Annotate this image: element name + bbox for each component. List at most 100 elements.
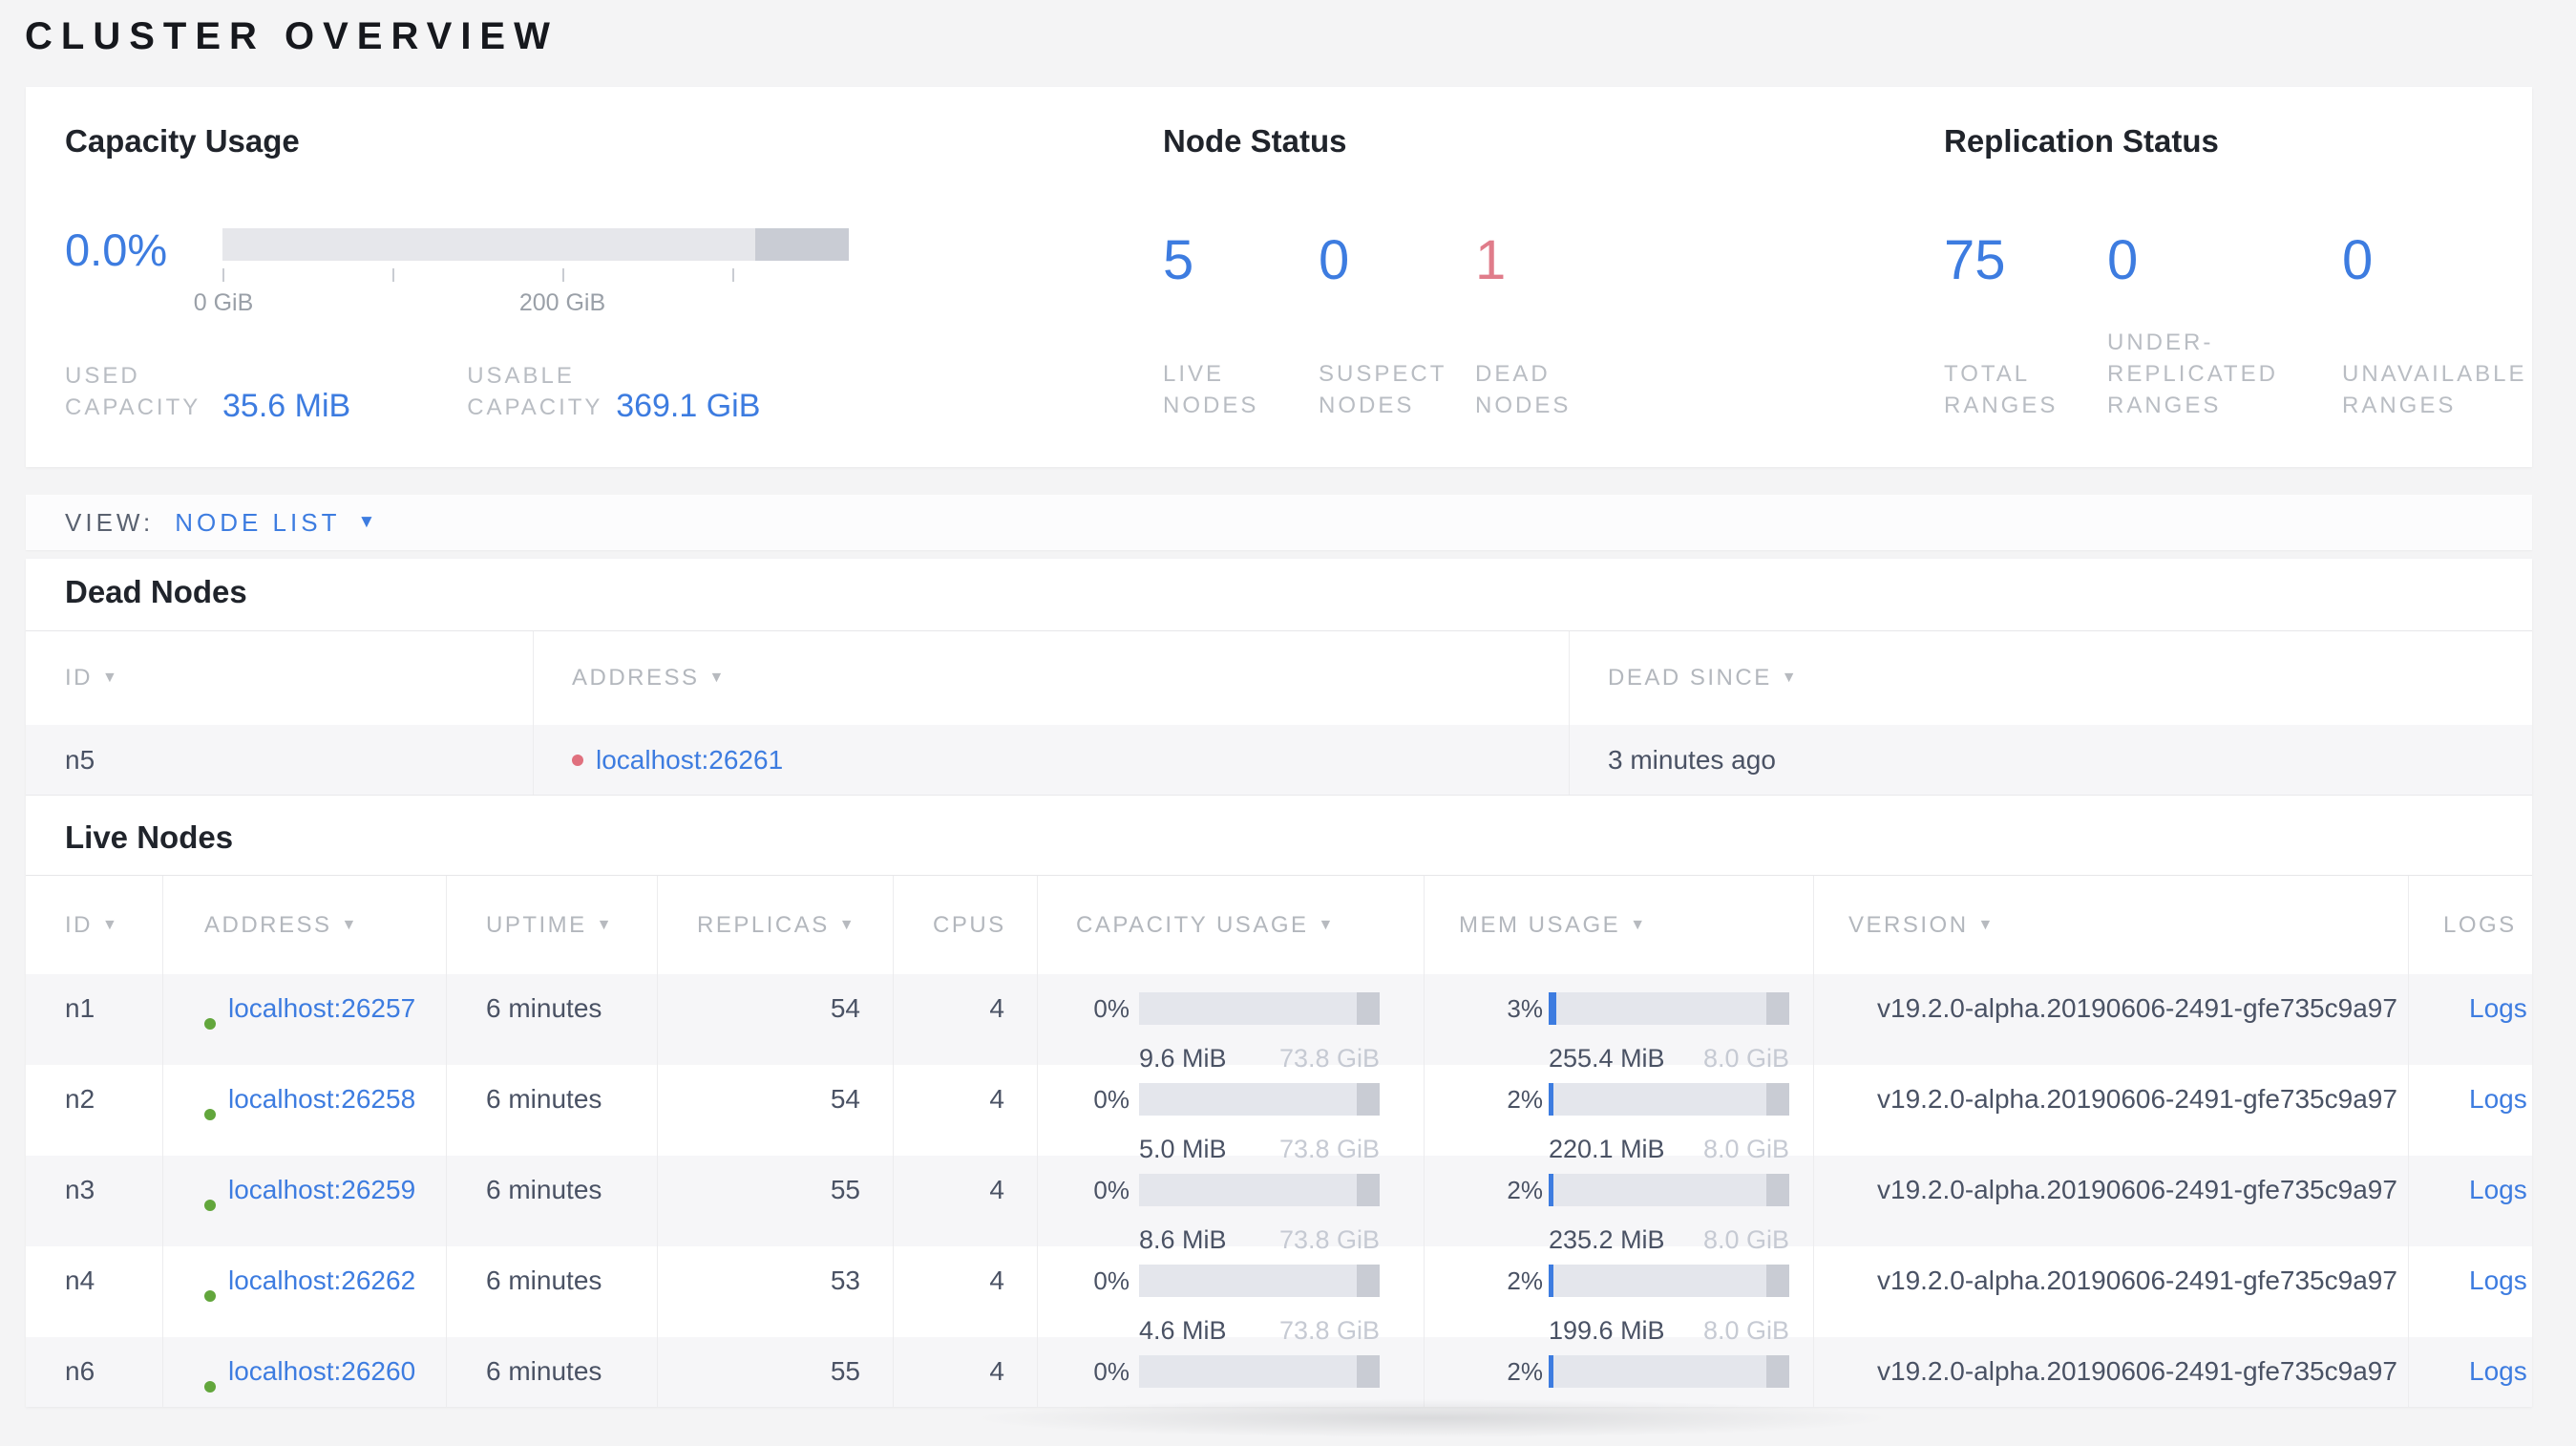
under-replicated-label: UNDER- REPLICATED RANGES [2107, 327, 2342, 421]
live-node-id: n3 [65, 1175, 95, 1204]
live-node-mem-usage: 3% 255.4 MiB 8.0 GiB [1424, 974, 1813, 1073]
live-node-version: v19.2.0-alpha.20190606-2491-gfe735c9a97 [1813, 1246, 2408, 1337]
logs-link[interactable]: Logs [2469, 1084, 2527, 1114]
stat-label-line: NODES [1163, 393, 1259, 418]
dead-nodes-label: DEAD NODES [1475, 358, 1647, 421]
live-node-id: n1 [65, 993, 95, 1023]
capacity-usage-chart: 0.0% 0 GiB 200 GiB [65, 224, 849, 318]
sort-arrow-icon: ▼ [596, 916, 615, 933]
live-node-address-link[interactable]: localhost:26260 [228, 1352, 415, 1391]
logs-link[interactable]: Logs [2469, 993, 2527, 1023]
mem-usage-bar-fill [1549, 992, 1556, 1025]
live-nodes-label: LIVE NODES [1163, 358, 1319, 421]
capacity-usage-bar-row: 0% [1076, 1171, 1424, 1209]
view-mode-selected: NODE LIST [175, 507, 341, 537]
live-node-uptime: 6 minutes [446, 1065, 657, 1156]
dead-node-address-link[interactable]: localhost:26261 [596, 745, 783, 776]
logs-link[interactable]: Logs [2469, 1175, 2527, 1204]
usable-capacity-value: 369.1 GiB [616, 388, 761, 424]
live-node-row: n3 localhost:26259 6 minutes 55 4 0% 8.6… [26, 1156, 2532, 1254]
sort-arrow-icon: ▼ [102, 670, 120, 686]
live-node-capacity-usage: 0% 9.6 MiB 73.8 GiB [1037, 974, 1424, 1073]
capacity-usage-bar [1139, 992, 1380, 1025]
live-col-header-logs: LOGS [2408, 876, 2532, 974]
capacity-usage-bar-row: 0% [1076, 1352, 1424, 1391]
node-status-values: 5 0 1 [1163, 228, 1647, 292]
live-col-header-mem-usage[interactable]: MEM USAGE ▼ [1424, 876, 1813, 974]
column-label: REPLICAS [697, 911, 830, 938]
live-status-dot-icon [204, 1200, 216, 1211]
live-node-capacity-usage: 0% 5.0 MiB 73.8 GiB [1037, 1065, 1424, 1163]
live-col-header-id[interactable]: ID ▼ [26, 876, 162, 974]
live-nodes-header: ID ▼ ADDRESS ▼ UPTIME ▼ REPLICAS ▼ CPUS … [26, 876, 2532, 974]
column-label: ADDRESS [204, 911, 332, 938]
dead-col-header-dead-since[interactable]: DEAD SINCE ▼ [1569, 631, 2532, 725]
mem-usage-bar-reserved [1766, 1174, 1789, 1206]
live-col-header-capacity-usage[interactable]: CAPACITY USAGE ▼ [1037, 876, 1424, 974]
live-col-header-uptime[interactable]: UPTIME ▼ [446, 876, 657, 974]
live-col-header-replicas[interactable]: REPLICAS ▼ [657, 876, 893, 974]
capacity-percent: 0.0% [65, 224, 168, 275]
dead-nodes-rows: n5 localhost:26261 3 minutes ago [26, 725, 2532, 796]
logs-link[interactable]: Logs [2469, 1356, 2527, 1386]
dead-col-header-id[interactable]: ID ▼ [26, 631, 533, 725]
live-node-uptime: 6 minutes [446, 1246, 657, 1337]
view-mode-dropdown[interactable]: NODE LIST ▼ [175, 508, 375, 538]
live-nodes-rows: n1 localhost:26257 6 minutes 54 4 0% 9.6… [26, 974, 2532, 1407]
live-node-id: n6 [65, 1356, 95, 1386]
live-col-header-address[interactable]: ADDRESS ▼ [162, 876, 446, 974]
capacity-usage-percent: 0% [1093, 1085, 1130, 1114]
live-node-uptime: 6 minutes [446, 1337, 657, 1407]
cluster-overview-page: CLUSTER OVERVIEW Capacity Usage 0.0% 0 G… [0, 0, 2576, 1446]
live-node-replicas: 55 [657, 1337, 893, 1407]
live-node-address-link[interactable]: localhost:26257 [228, 989, 415, 1028]
stat-label-line: RANGES [2342, 393, 2457, 418]
live-status-dot-icon [204, 1290, 216, 1302]
dead-col-header-address[interactable]: ADDRESS ▼ [533, 631, 1569, 725]
stat-label-line: CAPACITY [65, 394, 201, 420]
nodes-tables-card: Dead Nodes ID ▼ ADDRESS ▼ DEAD SINCE ▼ n… [26, 559, 2532, 1407]
live-node-address-cell: localhost:26262 [162, 1246, 446, 1337]
replication-status-title: Replication Status [1944, 123, 2219, 159]
capacity-usage-percent: 0% [1093, 1266, 1130, 1295]
live-node-uptime: 6 minutes [446, 1156, 657, 1246]
page-title: CLUSTER OVERVIEW [25, 15, 559, 57]
live-node-version: v19.2.0-alpha.20190606-2491-gfe735c9a97 [1813, 1156, 2408, 1246]
capacity-usage-bar [1139, 1083, 1380, 1116]
capacity-usage-bar [1139, 1265, 1380, 1297]
stat-label-line: USABLE [467, 363, 575, 389]
live-node-version: v19.2.0-alpha.20190606-2491-gfe735c9a97 [1813, 1065, 2408, 1156]
mem-usage-bar [1549, 1265, 1789, 1297]
live-col-header-version[interactable]: VERSION ▼ [1813, 876, 2408, 974]
live-node-logs-cell: Logs [2408, 1337, 2532, 1407]
capacity-usage-bar-reserved [1357, 1265, 1380, 1297]
column-label: VERSION [1848, 911, 1969, 938]
live-node-uptime: 6 minutes [446, 974, 657, 1065]
dead-node-row: n5 localhost:26261 3 minutes ago [26, 725, 2532, 796]
dead-node-address-cell: localhost:26261 [533, 725, 1569, 795]
capacity-usage-bar [1139, 1174, 1380, 1206]
stat-label-line: TOTAL [1944, 361, 2031, 387]
dead-nodes-header: ID ▼ ADDRESS ▼ DEAD SINCE ▼ [26, 631, 2532, 725]
usable-capacity-label: USABLE CAPACITY [467, 360, 616, 423]
replication-labels: TOTAL RANGES UNDER- REPLICATED RANGES UN… [1944, 327, 2532, 421]
live-node-address-link[interactable]: localhost:26258 [228, 1080, 415, 1118]
axis-tick [562, 268, 564, 282]
axis-tick [732, 268, 734, 282]
capacity-usage-bar-reserved [1357, 992, 1380, 1025]
capacity-usage-percent: 0% [1093, 1357, 1130, 1386]
live-node-id: n2 [65, 1084, 95, 1114]
live-node-address-link[interactable]: localhost:26262 [228, 1262, 415, 1300]
under-replicated-count: 0 [2107, 229, 2139, 291]
bottom-shadow [955, 1398, 1910, 1438]
live-node-address-link[interactable]: localhost:26259 [228, 1171, 415, 1209]
mem-usage-percent: 2% [1507, 1176, 1543, 1204]
mem-usage-bar-row: 2% [1459, 1262, 1813, 1300]
stat-label-line: REPLICATED [2107, 361, 2278, 387]
mem-usage-bar-row: 3% [1459, 989, 1813, 1028]
replication-status-panel: Replication Status 75 0 0 TOTAL RANGES U… [1944, 87, 2532, 467]
live-node-mem-usage: 2% 225.5 MiB 8.0 GiB [1424, 1337, 1813, 1407]
stat-label-line: DEAD [1475, 361, 1551, 387]
stat-label-line: UNDER- [2107, 330, 2214, 355]
logs-link[interactable]: Logs [2469, 1265, 2527, 1295]
